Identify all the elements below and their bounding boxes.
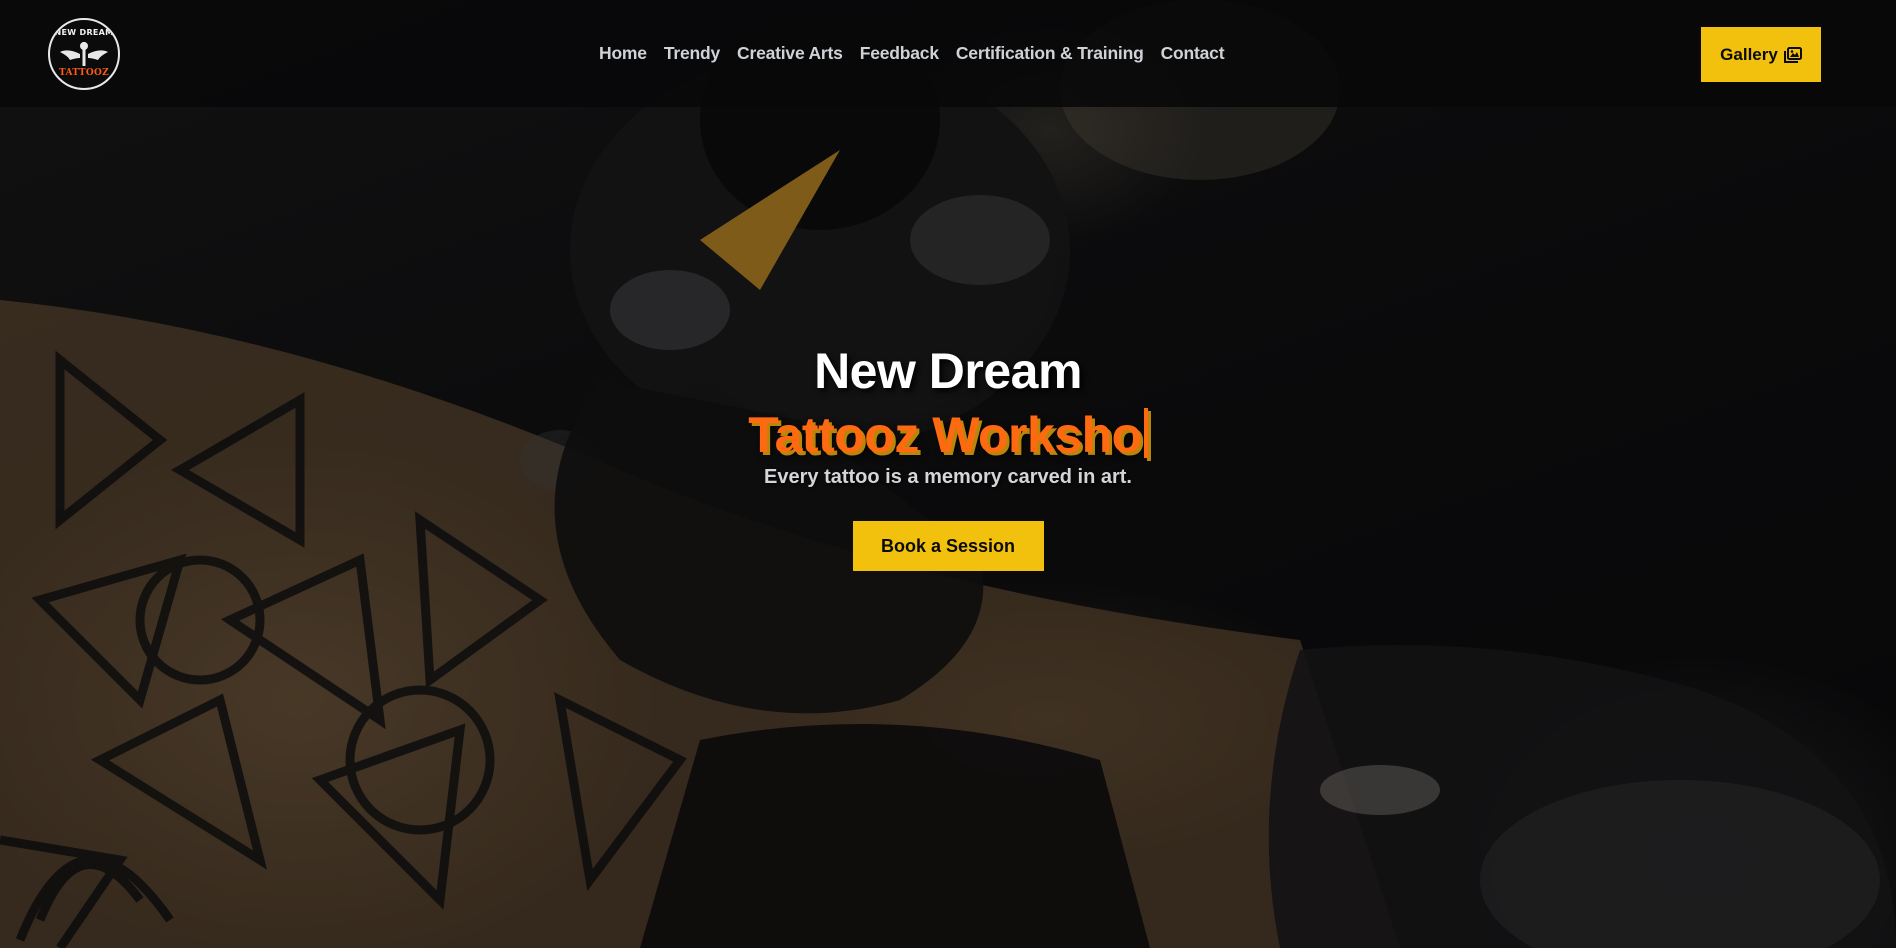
hero-title-line1: New Dream — [814, 343, 1082, 399]
hero-content: New Dream Tattooz Worksho Every tattoo i… — [0, 340, 1896, 571]
gallery-button[interactable]: Gallery — [1701, 27, 1821, 82]
typing-cursor — [1143, 408, 1148, 458]
nav-link-trendy[interactable]: Trendy — [664, 42, 720, 64]
top-navbar: NEW DREAM TATTOOZ Home Trendy Creative A… — [0, 0, 1896, 107]
logo-bottom-text: TATTOOZ — [58, 68, 110, 78]
typed-text: Tattooz Worksho — [748, 407, 1142, 463]
nav-link-home[interactable]: Home — [599, 42, 647, 64]
nav-link-contact[interactable]: Contact — [1161, 42, 1225, 64]
hero-title: New Dream Tattooz Worksho — [0, 340, 1896, 464]
image-gallery-icon — [1783, 46, 1802, 63]
hero-section: NEW DREAM TATTOOZ Home Trendy Creative A… — [0, 0, 1896, 948]
book-session-button[interactable]: Book a Session — [852, 521, 1044, 571]
nav-link-creative-arts[interactable]: Creative Arts — [737, 42, 843, 64]
logo-top-text: NEW DREAM — [54, 28, 114, 37]
main-nav: Home Trendy Creative Arts Feedback Certi… — [599, 42, 1225, 64]
brand-logo[interactable]: NEW DREAM TATTOOZ — [48, 18, 120, 90]
gallery-button-label: Gallery — [1720, 44, 1778, 64]
hero-tagline: Every tattoo is a memory carved in art. — [764, 466, 1132, 488]
hero-title-typed-line: Tattooz Worksho — [748, 406, 1148, 464]
nav-link-feedback[interactable]: Feedback — [860, 42, 939, 64]
nav-link-certification-training[interactable]: Certification & Training — [956, 42, 1144, 64]
